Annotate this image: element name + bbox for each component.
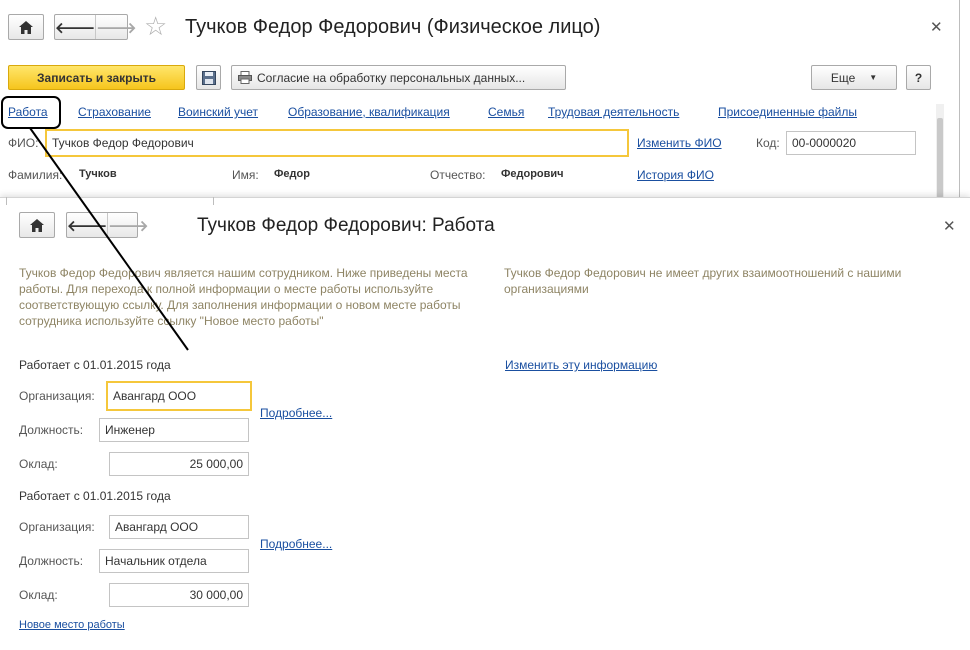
callout-line — [29, 127, 189, 351]
